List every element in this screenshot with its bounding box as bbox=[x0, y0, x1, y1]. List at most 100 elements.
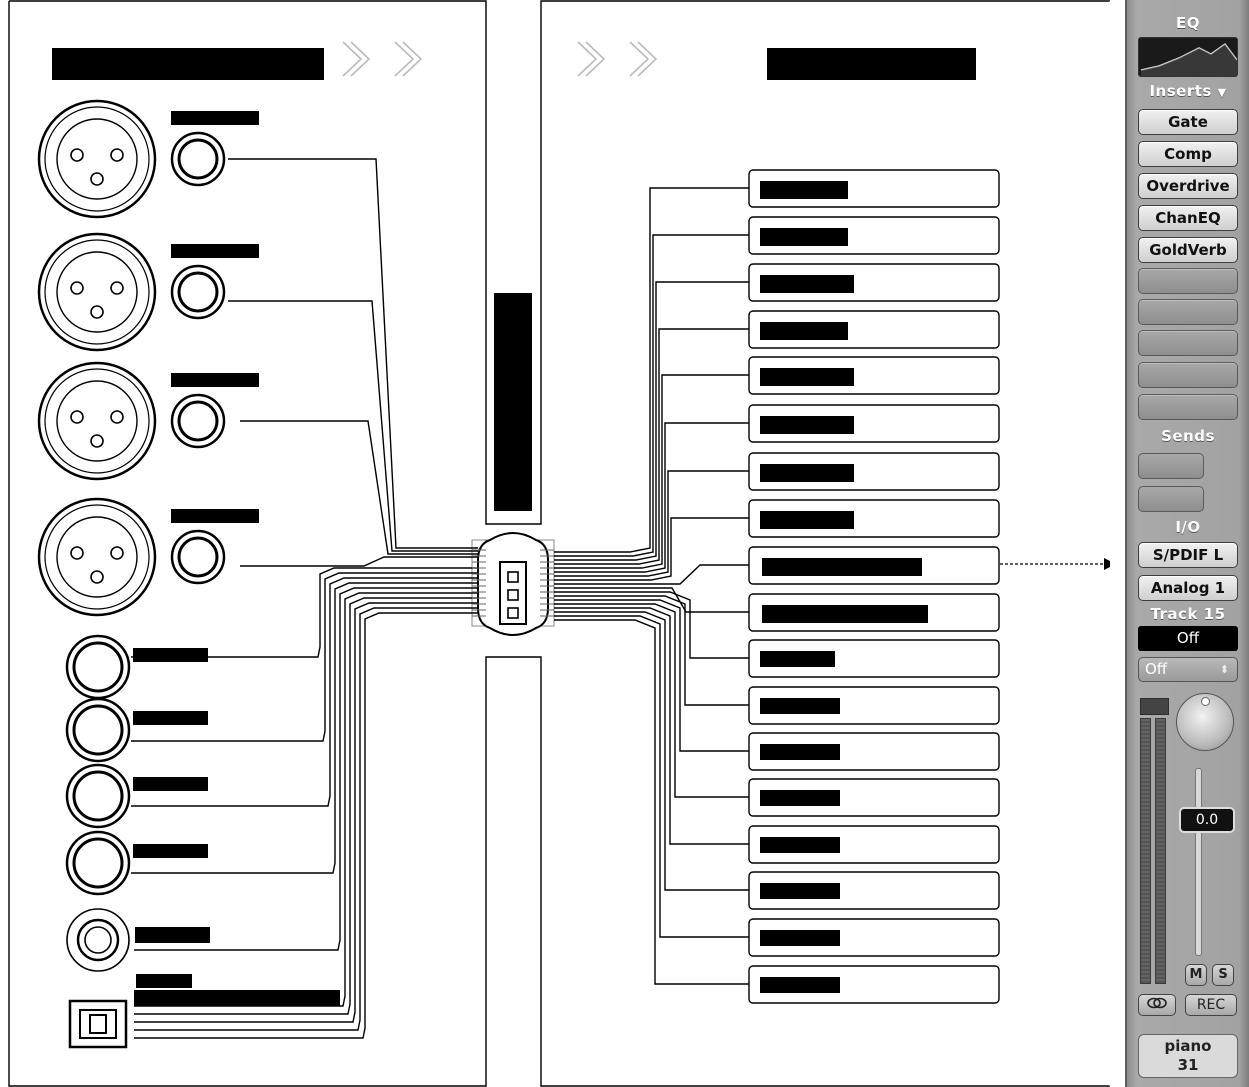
xlr-pin-icon bbox=[90, 434, 104, 448]
signal-line bbox=[554, 603, 749, 798]
eq-thumbnail[interactable] bbox=[1138, 37, 1238, 77]
quarter-inch-jack-icon bbox=[177, 271, 219, 313]
redacted-label bbox=[760, 181, 848, 199]
solo-button[interactable]: S bbox=[1212, 964, 1234, 986]
line-jack-icon bbox=[65, 830, 131, 896]
signal-line bbox=[228, 300, 478, 552]
redacted-label bbox=[760, 698, 840, 714]
insert-slot-empty[interactable] bbox=[1138, 268, 1238, 294]
level-meter-left bbox=[1140, 718, 1151, 984]
mute-button[interactable]: M bbox=[1185, 964, 1207, 986]
signal-line bbox=[554, 187, 749, 553]
xlr-pin-icon bbox=[110, 148, 124, 162]
optical-jack-icon bbox=[68, 999, 128, 1049]
track-label: Track 15 bbox=[1150, 605, 1226, 623]
xlr-pin-icon bbox=[90, 570, 104, 584]
redacted-label bbox=[171, 373, 259, 387]
insert-slot-chaneq[interactable]: ChanEQ bbox=[1138, 205, 1238, 231]
redacted-label bbox=[171, 111, 259, 125]
signal-line bbox=[131, 577, 478, 807]
redacted-label bbox=[760, 416, 854, 434]
send-slot-empty[interactable] bbox=[1138, 453, 1204, 479]
redacted-label bbox=[760, 368, 854, 386]
redacted-label bbox=[171, 509, 259, 523]
xlr-pin-icon bbox=[70, 410, 84, 424]
line-jack-icon bbox=[65, 634, 131, 700]
automation-mode[interactable]: Off bbox=[1138, 626, 1238, 651]
xlr-pin-icon bbox=[70, 148, 84, 162]
volume-fader[interactable]: 0.0 bbox=[1179, 807, 1235, 833]
redacted-label bbox=[134, 990, 340, 1006]
group-select[interactable]: Off ⬍ bbox=[1138, 657, 1238, 682]
send-slot-empty[interactable] bbox=[1138, 486, 1204, 512]
optical-jack-icon bbox=[89, 1014, 107, 1034]
signal-line bbox=[554, 422, 749, 573]
redacted-label bbox=[760, 275, 854, 293]
select-arrows-icon: ⬍ bbox=[1219, 663, 1229, 676]
xlr-pin-icon bbox=[90, 172, 104, 186]
insert-slot-empty[interactable] bbox=[1138, 362, 1238, 388]
inserts-label: Inserts bbox=[1149, 82, 1212, 100]
insert-slot-empty[interactable] bbox=[1138, 299, 1238, 325]
redacted-label bbox=[133, 777, 208, 791]
xlr-jack-icon bbox=[44, 368, 150, 474]
eq-label: EQ bbox=[1176, 14, 1200, 32]
connection-diagram bbox=[8, 0, 1110, 1087]
redacted-label bbox=[760, 883, 840, 899]
track-name-box[interactable]: piano 31 bbox=[1138, 1034, 1238, 1078]
signal-line bbox=[240, 556, 478, 567]
double-chevron-icon bbox=[629, 41, 658, 77]
insert-slot-empty[interactable] bbox=[1138, 330, 1238, 356]
signal-line bbox=[554, 599, 749, 752]
redacted-label bbox=[171, 244, 259, 258]
redacted-label bbox=[760, 744, 840, 760]
line-jack-icon bbox=[65, 697, 131, 763]
xlr-jack-icon bbox=[44, 504, 150, 610]
double-chevron-icon bbox=[577, 41, 606, 77]
link-rings-icon bbox=[1147, 997, 1167, 1009]
redacted-title bbox=[767, 48, 976, 80]
redacted-label bbox=[136, 974, 192, 988]
output-button[interactable]: Analog 1 bbox=[1138, 575, 1238, 601]
line-jack-icon bbox=[72, 641, 124, 693]
coax-jack-icon bbox=[76, 918, 120, 962]
redacted-label bbox=[760, 464, 854, 482]
pan-knob[interactable] bbox=[1176, 693, 1234, 751]
insert-slot-goldverb[interactable]: GoldVerb bbox=[1138, 237, 1238, 263]
input-button[interactable]: S/PDIF L bbox=[1138, 542, 1238, 568]
signal-line bbox=[554, 591, 749, 659]
line-jack-icon bbox=[72, 704, 124, 756]
line-jack-icon bbox=[65, 763, 131, 829]
xlr-jack-icon bbox=[56, 380, 138, 462]
link-button[interactable] bbox=[1138, 994, 1176, 1016]
signal-line bbox=[134, 602, 478, 1023]
line-jack-icon bbox=[72, 770, 124, 822]
xlr-pin-icon bbox=[70, 281, 84, 295]
redacted-label bbox=[762, 558, 922, 576]
inserts-menu[interactable]: Inserts ▼ bbox=[1127, 82, 1249, 100]
redacted-label bbox=[494, 293, 532, 511]
redacted-label bbox=[133, 648, 208, 662]
redacted-label bbox=[760, 511, 854, 529]
insert-slot-comp[interactable]: Comp bbox=[1138, 141, 1238, 167]
signal-line bbox=[554, 607, 749, 845]
line-jack-icon bbox=[72, 837, 124, 889]
peak-indicator bbox=[1140, 698, 1169, 715]
quarter-inch-jack-icon bbox=[177, 536, 219, 578]
track-name: piano bbox=[1164, 1037, 1212, 1055]
signal-line bbox=[134, 587, 478, 951]
redacted-title bbox=[52, 48, 324, 80]
redacted-label bbox=[135, 927, 210, 943]
insert-slot-overdrive[interactable]: Overdrive bbox=[1138, 173, 1238, 199]
signal-line bbox=[240, 420, 478, 555]
signal-line bbox=[131, 582, 478, 874]
quarter-inch-jack-icon bbox=[177, 138, 219, 180]
fader-track bbox=[1195, 768, 1202, 956]
insert-slot-empty[interactable] bbox=[1138, 394, 1238, 420]
signal-line bbox=[554, 234, 749, 557]
redacted-label bbox=[760, 322, 848, 340]
group-value: Off bbox=[1145, 660, 1168, 678]
insert-slot-gate[interactable]: Gate bbox=[1138, 109, 1238, 135]
firewire-port-icon bbox=[477, 532, 549, 636]
record-enable-button[interactable]: REC bbox=[1185, 994, 1237, 1016]
